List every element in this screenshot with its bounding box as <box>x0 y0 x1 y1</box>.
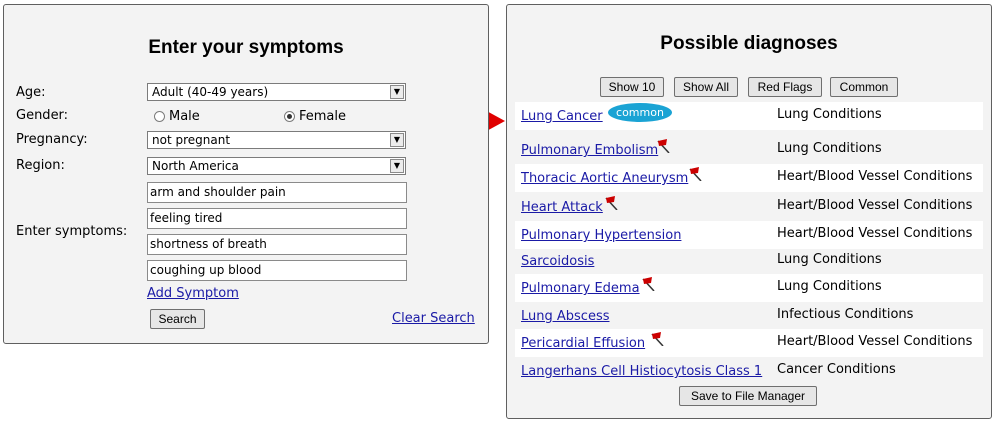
symptom-input[interactable]: shortness of breath <box>147 234 407 255</box>
diagnosis-link[interactable]: Thoracic Aortic Aneurysm <box>521 171 688 186</box>
diagnosis-link[interactable]: Pulmonary Embolism <box>521 143 658 158</box>
search-button[interactable]: Search <box>150 309 205 329</box>
diagnosis-category: Heart/Blood Vessel Conditions <box>777 169 973 184</box>
diagnosis-category: Lung Conditions <box>777 279 882 294</box>
region-select[interactable]: North America ▼ <box>147 157 406 175</box>
chevron-down-icon[interactable]: ▼ <box>390 159 404 173</box>
region-select-value: North America <box>152 159 239 173</box>
diagnosis-link[interactable]: Heart Attack <box>521 200 603 215</box>
gender-male-radio[interactable] <box>154 111 165 122</box>
diagnosis-row: Thoracic Aortic Aneurysm Heart/Blood Ves… <box>515 164 983 192</box>
chevron-down-icon[interactable]: ▼ <box>390 133 404 147</box>
diagnosis-category: Heart/Blood Vessel Conditions <box>777 334 973 349</box>
diagnosis-category: Heart/Blood Vessel Conditions <box>777 226 973 241</box>
diagnosis-link[interactable]: Pulmonary Edema <box>521 281 640 296</box>
diagnosis-link[interactable]: Pericardial Effusion <box>521 336 645 351</box>
diagnosis-category: Cancer Conditions <box>777 362 896 377</box>
diagnosis-row: Heart Attack Heart/Blood Vessel Conditio… <box>515 193 983 221</box>
symptoms-label: Enter symptoms: <box>16 224 128 239</box>
diagnosis-category: Lung Conditions <box>777 141 882 156</box>
pregnancy-select[interactable]: not pregnant ▼ <box>147 131 406 149</box>
diagnosis-row: Lung Abscess Infectious Conditions <box>515 302 983 330</box>
gender-female-radio[interactable] <box>284 111 295 122</box>
age-select-value: Adult (40-49 years) <box>152 85 269 99</box>
common-badge: common <box>608 103 672 122</box>
diagnosis-link[interactable]: Pulmonary Hypertension <box>521 228 681 243</box>
gender-label: Gender: <box>16 108 69 123</box>
add-symptom-link[interactable]: Add Symptom <box>147 286 239 301</box>
diagnosis-link[interactable]: Lung Abscess <box>521 309 610 324</box>
red-flag-icon <box>651 332 664 346</box>
diagnosis-row: Lung Cancer common Lung Conditions <box>515 102 983 130</box>
radio-selected-dot <box>287 114 292 119</box>
diagnosis-category: Lung Conditions <box>777 107 882 122</box>
diagnosis-row: Pulmonary Edema Lung Conditions <box>515 274 983 302</box>
pregnancy-select-value: not pregnant <box>152 133 231 147</box>
filter-show-10-button[interactable]: Show 10 <box>600 77 664 97</box>
gender-male-label[interactable]: Male <box>169 109 200 124</box>
filter-red-flags-button[interactable]: Red Flags <box>748 77 822 97</box>
region-label: Region: <box>16 158 65 173</box>
symptom-input[interactable]: coughing up blood <box>147 260 407 281</box>
diagnosis-row: Pulmonary Embolism Lung Conditions <box>515 136 983 164</box>
diagnoses-title: Possible diagnoses <box>660 33 838 54</box>
diagnosis-row: Sarcoidosis Lung Conditions <box>515 247 983 275</box>
diagnosis-link[interactable]: Sarcoidosis <box>521 254 594 269</box>
gender-female-label[interactable]: Female <box>299 109 346 124</box>
diagnosis-row: Pulmonary Hypertension Heart/Blood Vesse… <box>515 221 983 249</box>
filter-common-button[interactable]: Common <box>830 77 898 97</box>
age-label: Age: <box>16 85 46 100</box>
chevron-down-icon[interactable]: ▼ <box>390 85 404 99</box>
diagnoses-panel: Possible diagnoses Show 10 Show All Red … <box>506 4 992 419</box>
diagnosis-link[interactable]: Lung Cancer <box>521 109 603 124</box>
diagnosis-category: Infectious Conditions <box>777 307 914 322</box>
diagnosis-link[interactable]: Langerhans Cell Histiocytosis Class 1 <box>521 364 762 379</box>
red-flag-icon <box>689 167 702 181</box>
symptom-input[interactable]: arm and shoulder pain <box>147 182 407 203</box>
red-flag-icon <box>657 139 670 153</box>
pregnancy-label: Pregnancy: <box>16 132 88 147</box>
red-flag-icon <box>605 196 618 210</box>
symptom-form-title: Enter your symptoms <box>148 37 344 58</box>
filter-show-all-button[interactable]: Show All <box>674 77 738 97</box>
diagnosis-category: Heart/Blood Vessel Conditions <box>777 198 973 213</box>
symptom-input[interactable]: feeling tired <box>147 208 407 229</box>
clear-search-link[interactable]: Clear Search <box>392 311 475 326</box>
red-flag-icon <box>642 277 655 291</box>
save-to-file-manager-button[interactable]: Save to File Manager <box>679 386 817 406</box>
age-select[interactable]: Adult (40-49 years) ▼ <box>147 83 406 101</box>
diagnosis-category: Lung Conditions <box>777 252 882 267</box>
symptom-form-panel: Enter your symptoms Age: Adult (40-49 ye… <box>3 4 489 344</box>
diagnosis-row: Langerhans Cell Histiocytosis Class 1 Ca… <box>515 357 983 385</box>
diagnosis-row: Pericardial Effusion Heart/Blood Vessel … <box>515 329 983 357</box>
